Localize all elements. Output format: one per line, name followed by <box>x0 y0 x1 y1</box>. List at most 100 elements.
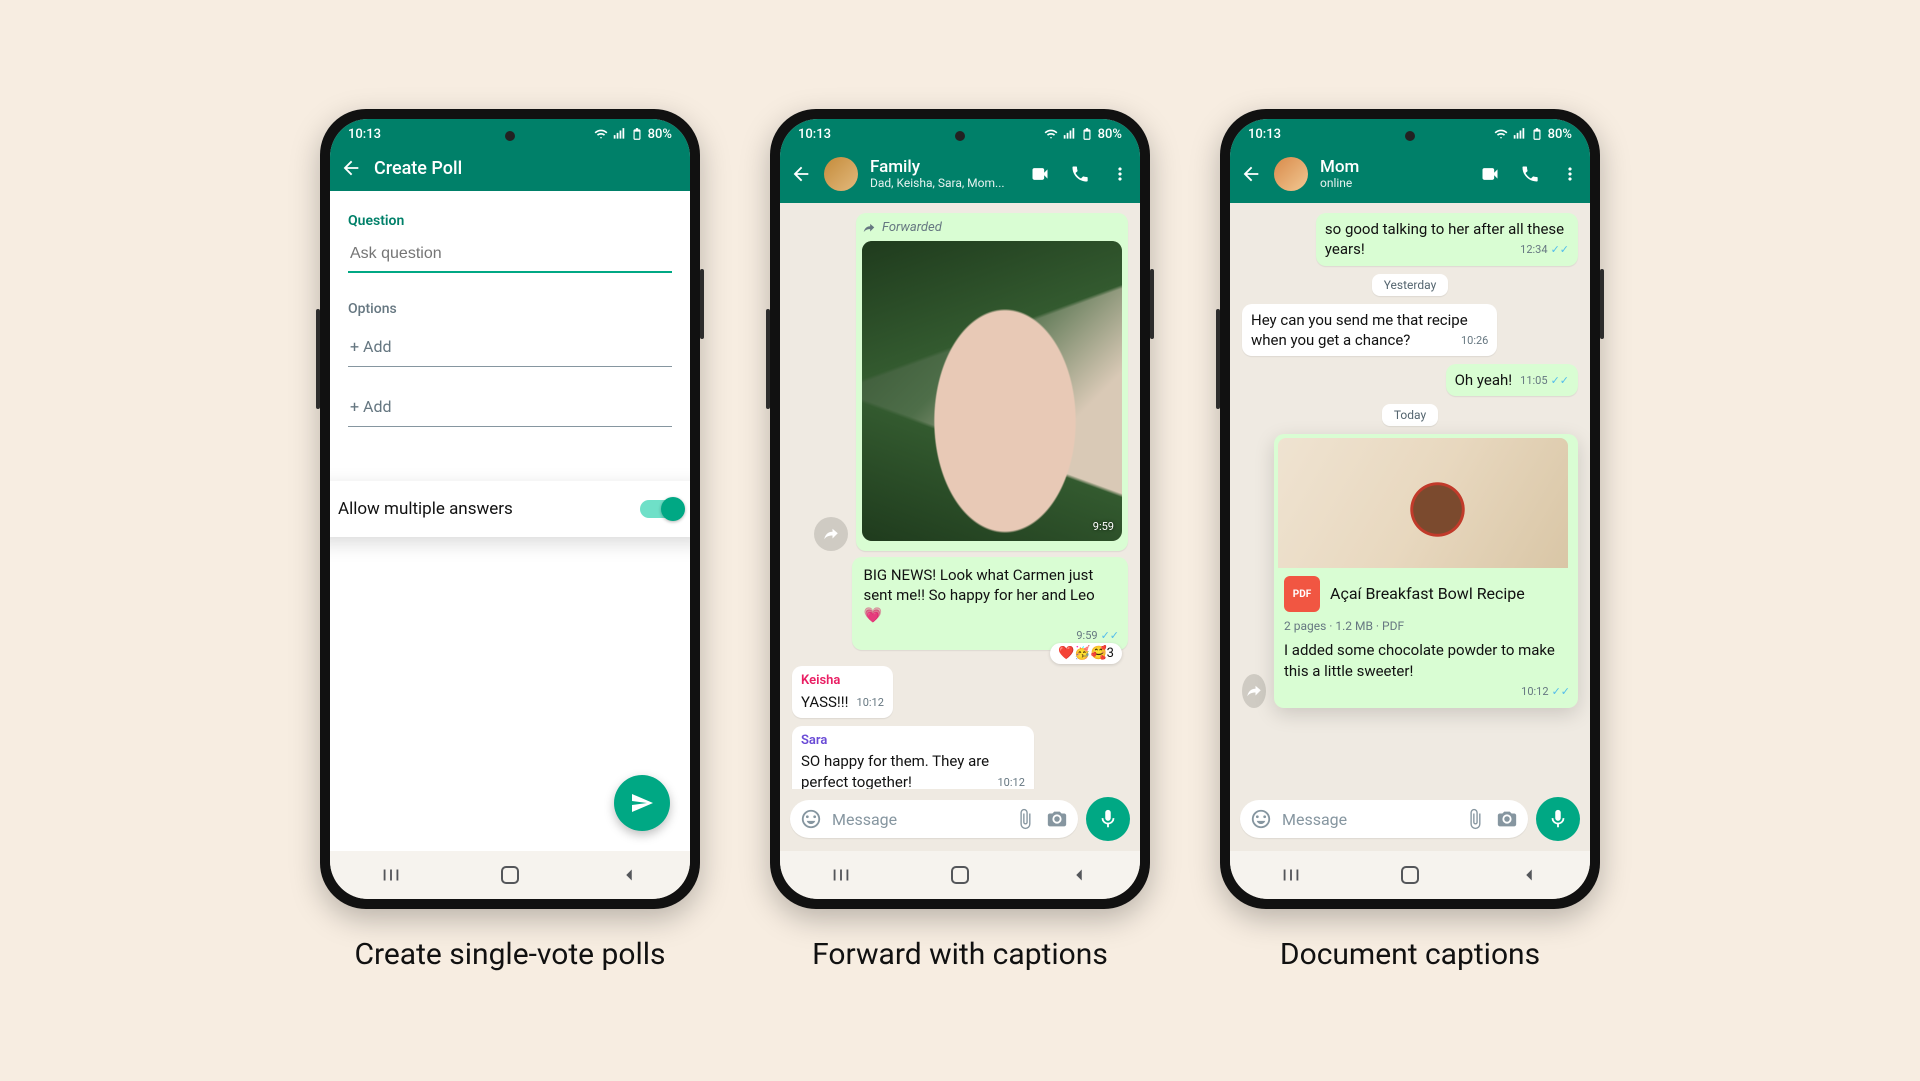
read-ticks-icon: ✓✓ <box>1551 374 1569 389</box>
document-caption: I added some chocolate powder to make th… <box>1282 638 1570 681</box>
incoming-message[interactable]: Hey can you send me that recipe when you… <box>1242 304 1497 357</box>
status-bar: 10:13 80% <box>1230 119 1590 149</box>
document-title: Açaí Breakfast Bowl Recipe <box>1330 583 1525 605</box>
home-icon[interactable] <box>501 866 519 884</box>
chat-body[interactable]: Forwarded 9:59 BIG NEWS! Look what Carme… <box>780 203 1140 789</box>
voice-call-icon[interactable] <box>1520 164 1540 184</box>
chat-body[interactable]: so good talking to her after all these y… <box>1230 203 1590 789</box>
more-icon[interactable] <box>1110 164 1130 184</box>
message-time: 10:12 <box>998 776 1025 789</box>
document-thumbnail[interactable] <box>1278 438 1568 568</box>
back-icon[interactable] <box>340 157 362 179</box>
video-call-icon[interactable] <box>1030 164 1050 184</box>
signal-icon <box>612 127 626 141</box>
send-poll-button[interactable] <box>614 775 670 831</box>
screen-1: 10:13 80% Create Poll Question Options <box>330 119 690 899</box>
back-icon[interactable] <box>1240 163 1262 185</box>
column-2: 10:13 80% Family Dad, Keisha, Sara, Mom.… <box>770 109 1150 972</box>
message-input[interactable]: Message <box>1240 800 1528 838</box>
mic-button[interactable] <box>1536 797 1580 841</box>
mic-icon <box>1097 808 1119 830</box>
mic-button[interactable] <box>1086 797 1130 841</box>
incoming-message[interactable]: Keisha YASS!!! 10:12 <box>792 666 893 718</box>
attach-icon[interactable] <box>1014 808 1036 830</box>
battery-pct: 80% <box>1098 127 1122 142</box>
composer: Message <box>780 789 1140 851</box>
caption-text: BIG NEWS! Look what Carmen just sent me!… <box>861 563 1119 626</box>
message-input[interactable]: Message <box>790 800 1078 838</box>
status-time: 10:13 <box>1248 127 1281 142</box>
emoji-icon[interactable] <box>800 808 822 830</box>
screen-2: 10:13 80% Family Dad, Keisha, Sara, Mom.… <box>780 119 1140 899</box>
chat-header[interactable]: Mom online <box>1230 149 1590 203</box>
chat-avatar[interactable] <box>824 157 858 191</box>
emoji-icon[interactable] <box>1250 808 1272 830</box>
status-time: 10:13 <box>348 127 381 142</box>
screen-3: 10:13 80% Mom online <box>1230 119 1590 899</box>
column-1: 10:13 80% Create Poll Question Options <box>320 109 700 972</box>
recents-icon[interactable] <box>1280 864 1302 886</box>
message-time: 10:26 <box>1461 334 1488 349</box>
home-icon[interactable] <box>951 866 969 884</box>
chat-subtitle: Dad, Keisha, Sara, Mom... <box>870 177 1018 190</box>
incoming-message[interactable]: Sara SO happy for them. They are perfect… <box>792 726 1034 789</box>
read-ticks-icon: ✓✓ <box>1551 243 1569 258</box>
more-icon[interactable] <box>1560 164 1580 184</box>
voice-call-icon[interactable] <box>1070 164 1090 184</box>
video-call-icon[interactable] <box>1480 164 1500 184</box>
chat-header[interactable]: Family Dad, Keisha, Sara, Mom... <box>780 149 1140 203</box>
status-icons: 80% <box>1044 127 1122 142</box>
pdf-icon: PDF <box>1284 576 1320 612</box>
read-ticks-icon: ✓✓ <box>1552 685 1570 700</box>
forward-indicator-icon[interactable] <box>814 517 848 551</box>
attach-icon[interactable] <box>1464 808 1486 830</box>
send-icon <box>630 791 654 815</box>
wifi-icon <box>1044 127 1058 141</box>
message-time: 12:34 <box>1520 243 1547 258</box>
outgoing-message[interactable]: Oh yeah! 11:05 ✓✓ <box>1446 364 1578 396</box>
caption-message[interactable]: BIG NEWS! Look what Carmen just sent me!… <box>852 557 1128 651</box>
recents-icon[interactable] <box>380 864 402 886</box>
forwarded-label: Forwarded <box>882 219 942 237</box>
chat-name: Mom <box>1320 158 1468 177</box>
home-icon[interactable] <box>1401 866 1419 884</box>
add-option-2[interactable]: + Add <box>348 389 672 427</box>
sender-name: Keisha <box>801 672 884 690</box>
back-nav-icon[interactable] <box>1068 864 1090 886</box>
battery-pct: 80% <box>1548 127 1572 142</box>
battery-pct: 80% <box>648 127 672 142</box>
caption-1: Create single-vote polls <box>354 937 665 972</box>
wifi-icon <box>594 127 608 141</box>
status-bar: 10:13 80% <box>780 119 1140 149</box>
back-nav-icon[interactable] <box>1518 864 1540 886</box>
toggle-label: Allow multiple answers <box>338 499 513 519</box>
back-icon[interactable] <box>790 163 812 185</box>
poll-body: Question Options + Add + Add Allow multi… <box>330 191 690 851</box>
reactions-badge[interactable]: ❤️🥳🥰3 <box>1050 643 1122 665</box>
multiple-answers-card: Allow multiple answers <box>330 481 690 537</box>
forwarded-image[interactable]: 9:59 <box>862 241 1122 541</box>
chat-avatar[interactable] <box>1274 157 1308 191</box>
recents-icon[interactable] <box>830 864 852 886</box>
outgoing-message[interactable]: so good talking to her after all these y… <box>1316 213 1578 266</box>
composer: Message <box>1230 789 1590 851</box>
message-text: Oh yeah! <box>1455 371 1513 389</box>
camera-icon[interactable] <box>1046 808 1068 830</box>
forwarded-image-message[interactable]: Forwarded 9:59 <box>856 213 1128 551</box>
question-label: Question <box>348 213 672 229</box>
camera-icon[interactable] <box>1496 808 1518 830</box>
battery-icon <box>1530 127 1544 141</box>
chat-subtitle: online <box>1320 177 1468 190</box>
chat-name: Family <box>870 158 1018 177</box>
forward-indicator-icon[interactable] <box>1242 674 1266 708</box>
signal-icon <box>1512 127 1526 141</box>
message-time: 10:12 <box>857 696 884 711</box>
status-time: 10:13 <box>798 127 831 142</box>
back-nav-icon[interactable] <box>618 864 640 886</box>
add-option-1[interactable]: + Add <box>348 329 672 367</box>
multiple-answers-toggle[interactable] <box>640 500 682 518</box>
document-message[interactable]: PDF Açaí Breakfast Bowl Recipe 2 pages ·… <box>1274 434 1578 708</box>
message-time: 11:05 <box>1520 374 1547 389</box>
read-ticks-icon: ✓✓ <box>1101 629 1119 644</box>
question-input[interactable] <box>348 239 672 273</box>
